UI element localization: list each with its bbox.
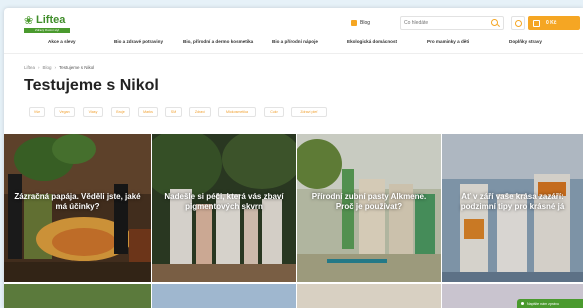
chat-widget-button[interactable]: Napište nám zprávu — [517, 299, 583, 308]
blog-label: Blog — [360, 20, 371, 26]
tag-filter[interactable]: Bruje — [111, 107, 130, 117]
article-card[interactable]: Zázračná papája. Věděli jste, jaké má úč… — [4, 134, 151, 282]
nav-item-maminky[interactable]: Pro maminky a děti — [427, 39, 469, 44]
nav-divider — [4, 53, 583, 54]
nav-item-domacnost[interactable]: Ekologická domácnost — [347, 39, 397, 44]
tag-filter[interactable]: Marks — [138, 107, 158, 117]
tag-filter[interactable]: SM — [165, 107, 182, 117]
nav-item-doplnky[interactable]: Doplňky stravy — [509, 39, 542, 44]
article-title[interactable]: Nadešle si péči, která vás zbaví pigment… — [160, 192, 288, 212]
article-title[interactable]: Ať v září vaše krása zazáří: podzimní ti… — [450, 192, 575, 212]
cart-icon — [533, 19, 540, 27]
blog-icon — [351, 20, 357, 26]
tag-filter[interactable]: Mlokosmetika — [218, 107, 256, 117]
logo[interactable]: ❀ Liftea Zdravý životní styl — [24, 14, 70, 33]
main-navigation: Akce a slevy Bio a zdravé potraviny Bio,… — [4, 39, 583, 51]
article-title[interactable]: Zázračná papája. Věděli jste, jaké má úč… — [12, 192, 143, 212]
cart-total: 0 Kč — [546, 20, 557, 26]
tag-filter[interactable]: Cukr — [264, 107, 284, 117]
tag-filter[interactable]: Vegan — [54, 107, 75, 117]
search-box[interactable] — [400, 16, 504, 30]
page-title: Testujeme s Nikol — [24, 77, 159, 94]
article-card-image[interactable] — [4, 284, 151, 308]
user-icon — [514, 19, 522, 27]
page: ❀ Liftea Zdravý životní styl Blog 0 Kč A… — [4, 8, 583, 308]
breadcrumb: Liftea › Blog › Testujeme s Nikol — [24, 65, 95, 70]
breadcrumb-current: Testujeme s Nikol — [59, 65, 95, 70]
article-card[interactable]: Nadešle si péči, která vás zbaví pigment… — [152, 134, 296, 282]
breadcrumb-blog[interactable]: Blog — [43, 65, 52, 70]
article-card-image[interactable] — [152, 284, 296, 308]
article-card[interactable]: Přírodní zubní pasty Alkmene. Proč je po… — [297, 134, 441, 282]
search-icon[interactable] — [491, 19, 498, 26]
article-grid: Zázračná papája. Věděli jste, jaké má úč… — [4, 134, 583, 282]
leaf-icon: ❀ — [24, 15, 34, 27]
tag-filter[interactable]: Vlasy — [83, 107, 103, 117]
blog-link[interactable]: Blog — [351, 18, 370, 28]
chat-icon — [521, 302, 524, 305]
user-account-button[interactable] — [511, 16, 525, 30]
tag-filter[interactable]: Vše — [29, 107, 45, 117]
logo-tagline: Zdravý životní styl — [24, 28, 70, 33]
tag-filter[interactable]: Zdraví — [189, 107, 211, 117]
nav-item-kosmetika[interactable]: Bio, přírodní a dermo kosmetika — [183, 39, 253, 44]
nav-item-napoje[interactable]: Bio a přírodní nápoje — [272, 39, 318, 44]
search-input[interactable] — [404, 19, 484, 27]
breadcrumb-home[interactable]: Liftea — [24, 65, 35, 70]
article-grid-next-row — [4, 284, 583, 308]
chat-label: Napište nám zprávu — [527, 301, 559, 306]
cart-button[interactable]: 0 Kč — [528, 16, 580, 30]
logo-name: Liftea — [36, 14, 66, 26]
article-card-image[interactable] — [297, 284, 441, 308]
article-title[interactable]: Přírodní zubní pasty Alkmene. Proč je po… — [305, 192, 433, 212]
article-card[interactable]: Ať v září vaše krása zazáří: podzimní ti… — [442, 134, 583, 282]
nav-item-potraviny[interactable]: Bio a zdravé potraviny — [114, 39, 163, 44]
tag-filter[interactable]: Zdraví pleť — [291, 107, 327, 117]
nav-item-akce[interactable]: Akce a slevy — [48, 39, 76, 44]
